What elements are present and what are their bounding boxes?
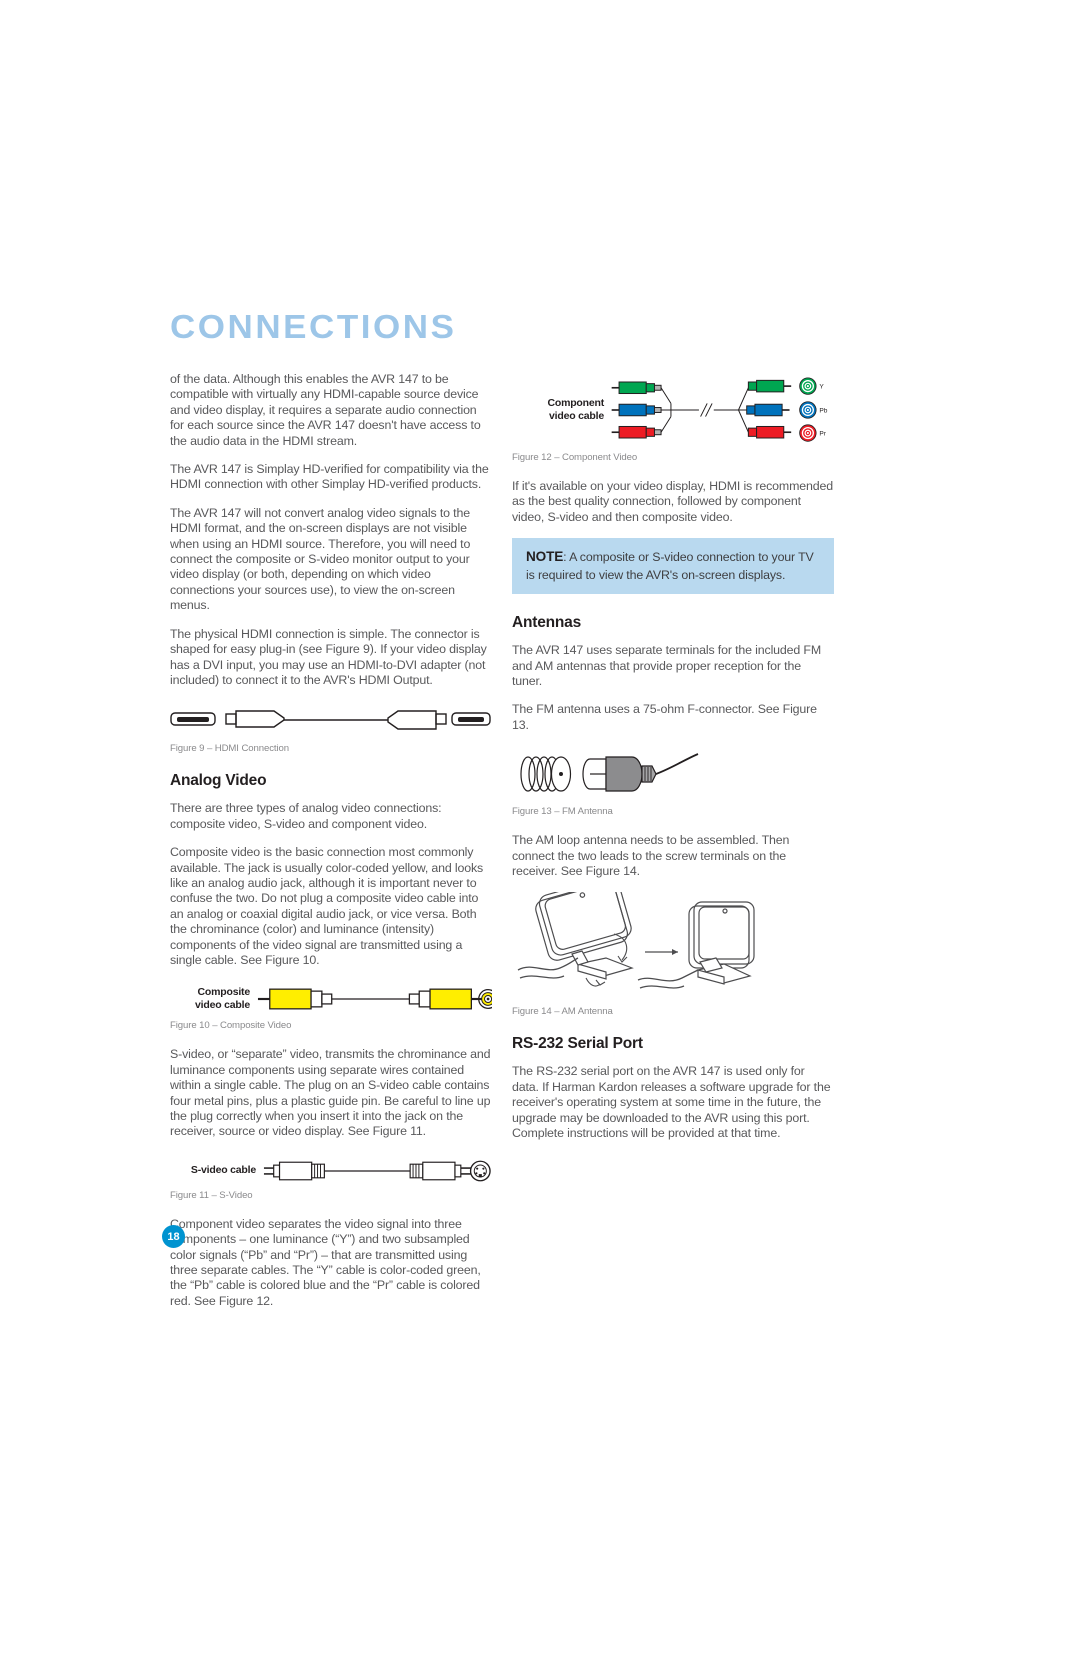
figure-11-caption: Figure 11 – S-Video: [170, 1189, 253, 1201]
component-jack-y: [799, 377, 817, 395]
paragraph: The RS-232 serial port on the AVR 147 is…: [512, 1064, 831, 1141]
component-jack-label-y: Y: [819, 384, 824, 391]
figure-s-video: S-video cable: [170, 1156, 492, 1186]
heading-analog-video: Analog Video: [170, 772, 267, 790]
paragraph: S-video, or “separate” video, transmits …: [170, 1047, 491, 1139]
figure-14-caption: Figure 14 – AM Antenna: [512, 1006, 613, 1018]
fm-antenna-diagram: [520, 753, 699, 792]
component-jack-label-pb: Pb: [819, 407, 827, 414]
left-column: of the data. Although this enables the A…: [170, 372, 492, 1322]
note-box: NOTE: A composite or S-video connection …: [512, 538, 834, 595]
paragraph: The FM antenna uses a 75-ohm F-connector…: [512, 702, 817, 732]
paragraph: of the data. Although this enables the A…: [170, 372, 481, 448]
paragraph: The AVR 147 is Simplay HD-verified for c…: [170, 462, 489, 492]
page-title: CONNECTIONS: [170, 308, 457, 345]
svideo-cable-label: S-video cable: [190, 1164, 256, 1177]
paragraph: Composite video is the basic connection …: [170, 845, 484, 967]
paragraph: The physical HDMI connection is simple. …: [170, 626, 487, 687]
svideo-cable-diagram: [263, 1160, 491, 1182]
figure-12-caption: Figure 12 – Component Video: [512, 452, 638, 463]
figure-am-antenna: [512, 892, 834, 1002]
figure-13-caption: Figure 13 – FM Antenna: [512, 806, 613, 818]
component-jack-pb: [799, 401, 817, 419]
component-jack-label-pr: Pr: [819, 431, 826, 438]
figure-composite-video: Composite video cable: [170, 982, 492, 1016]
hdmi-cable-diagram: [170, 710, 491, 731]
component-cable-diagram: [611, 379, 792, 439]
figure-hdmi-connection: [170, 701, 492, 739]
manual-page: CONNECTIONS of the data. Although this e…: [0, 0, 1080, 1667]
composite-cable-label: Composite video cable: [195, 986, 250, 1012]
figure-9-caption: Figure 9 – HDMI Connection: [170, 743, 289, 755]
paragraph: There are three types of analog video co…: [170, 801, 442, 831]
component-jack-pr: [799, 424, 817, 442]
paragraph: The AVR 147 uses separate terminals for …: [512, 643, 822, 689]
note-label: NOTE: [526, 549, 564, 565]
note-text: : A composite or S-video connection to y…: [526, 550, 814, 583]
figure-component-video: Component video cable Y Pb Pr: [512, 372, 834, 448]
am-antenna-diagram: [517, 892, 755, 990]
composite-cable-diagram: [257, 988, 492, 1010]
component-cable-label: Component video cable: [547, 397, 604, 422]
component-jacks: Y Pb Pr: [799, 377, 828, 442]
paragraph: If it's available on your video display,…: [512, 479, 833, 524]
page-number: 18: [162, 1225, 185, 1248]
paragraph: The AVR 147 will not convert analog vide…: [170, 505, 471, 613]
figure-fm-antenna: [512, 746, 834, 802]
right-column: Component video cable Y Pb Pr Figure 12 …: [512, 372, 834, 1155]
figure-10-caption: Figure 10 – Composite Video: [170, 1020, 292, 1032]
heading-rs232-serial-port: RS-232 Serial Port: [512, 1035, 643, 1053]
paragraph: The AM loop antenna needs to be assemble…: [512, 833, 790, 879]
heading-antennas: Antennas: [512, 614, 582, 632]
svideo-jack: [469, 1160, 491, 1182]
paragraph: Component video separates the video sign…: [170, 1216, 481, 1308]
